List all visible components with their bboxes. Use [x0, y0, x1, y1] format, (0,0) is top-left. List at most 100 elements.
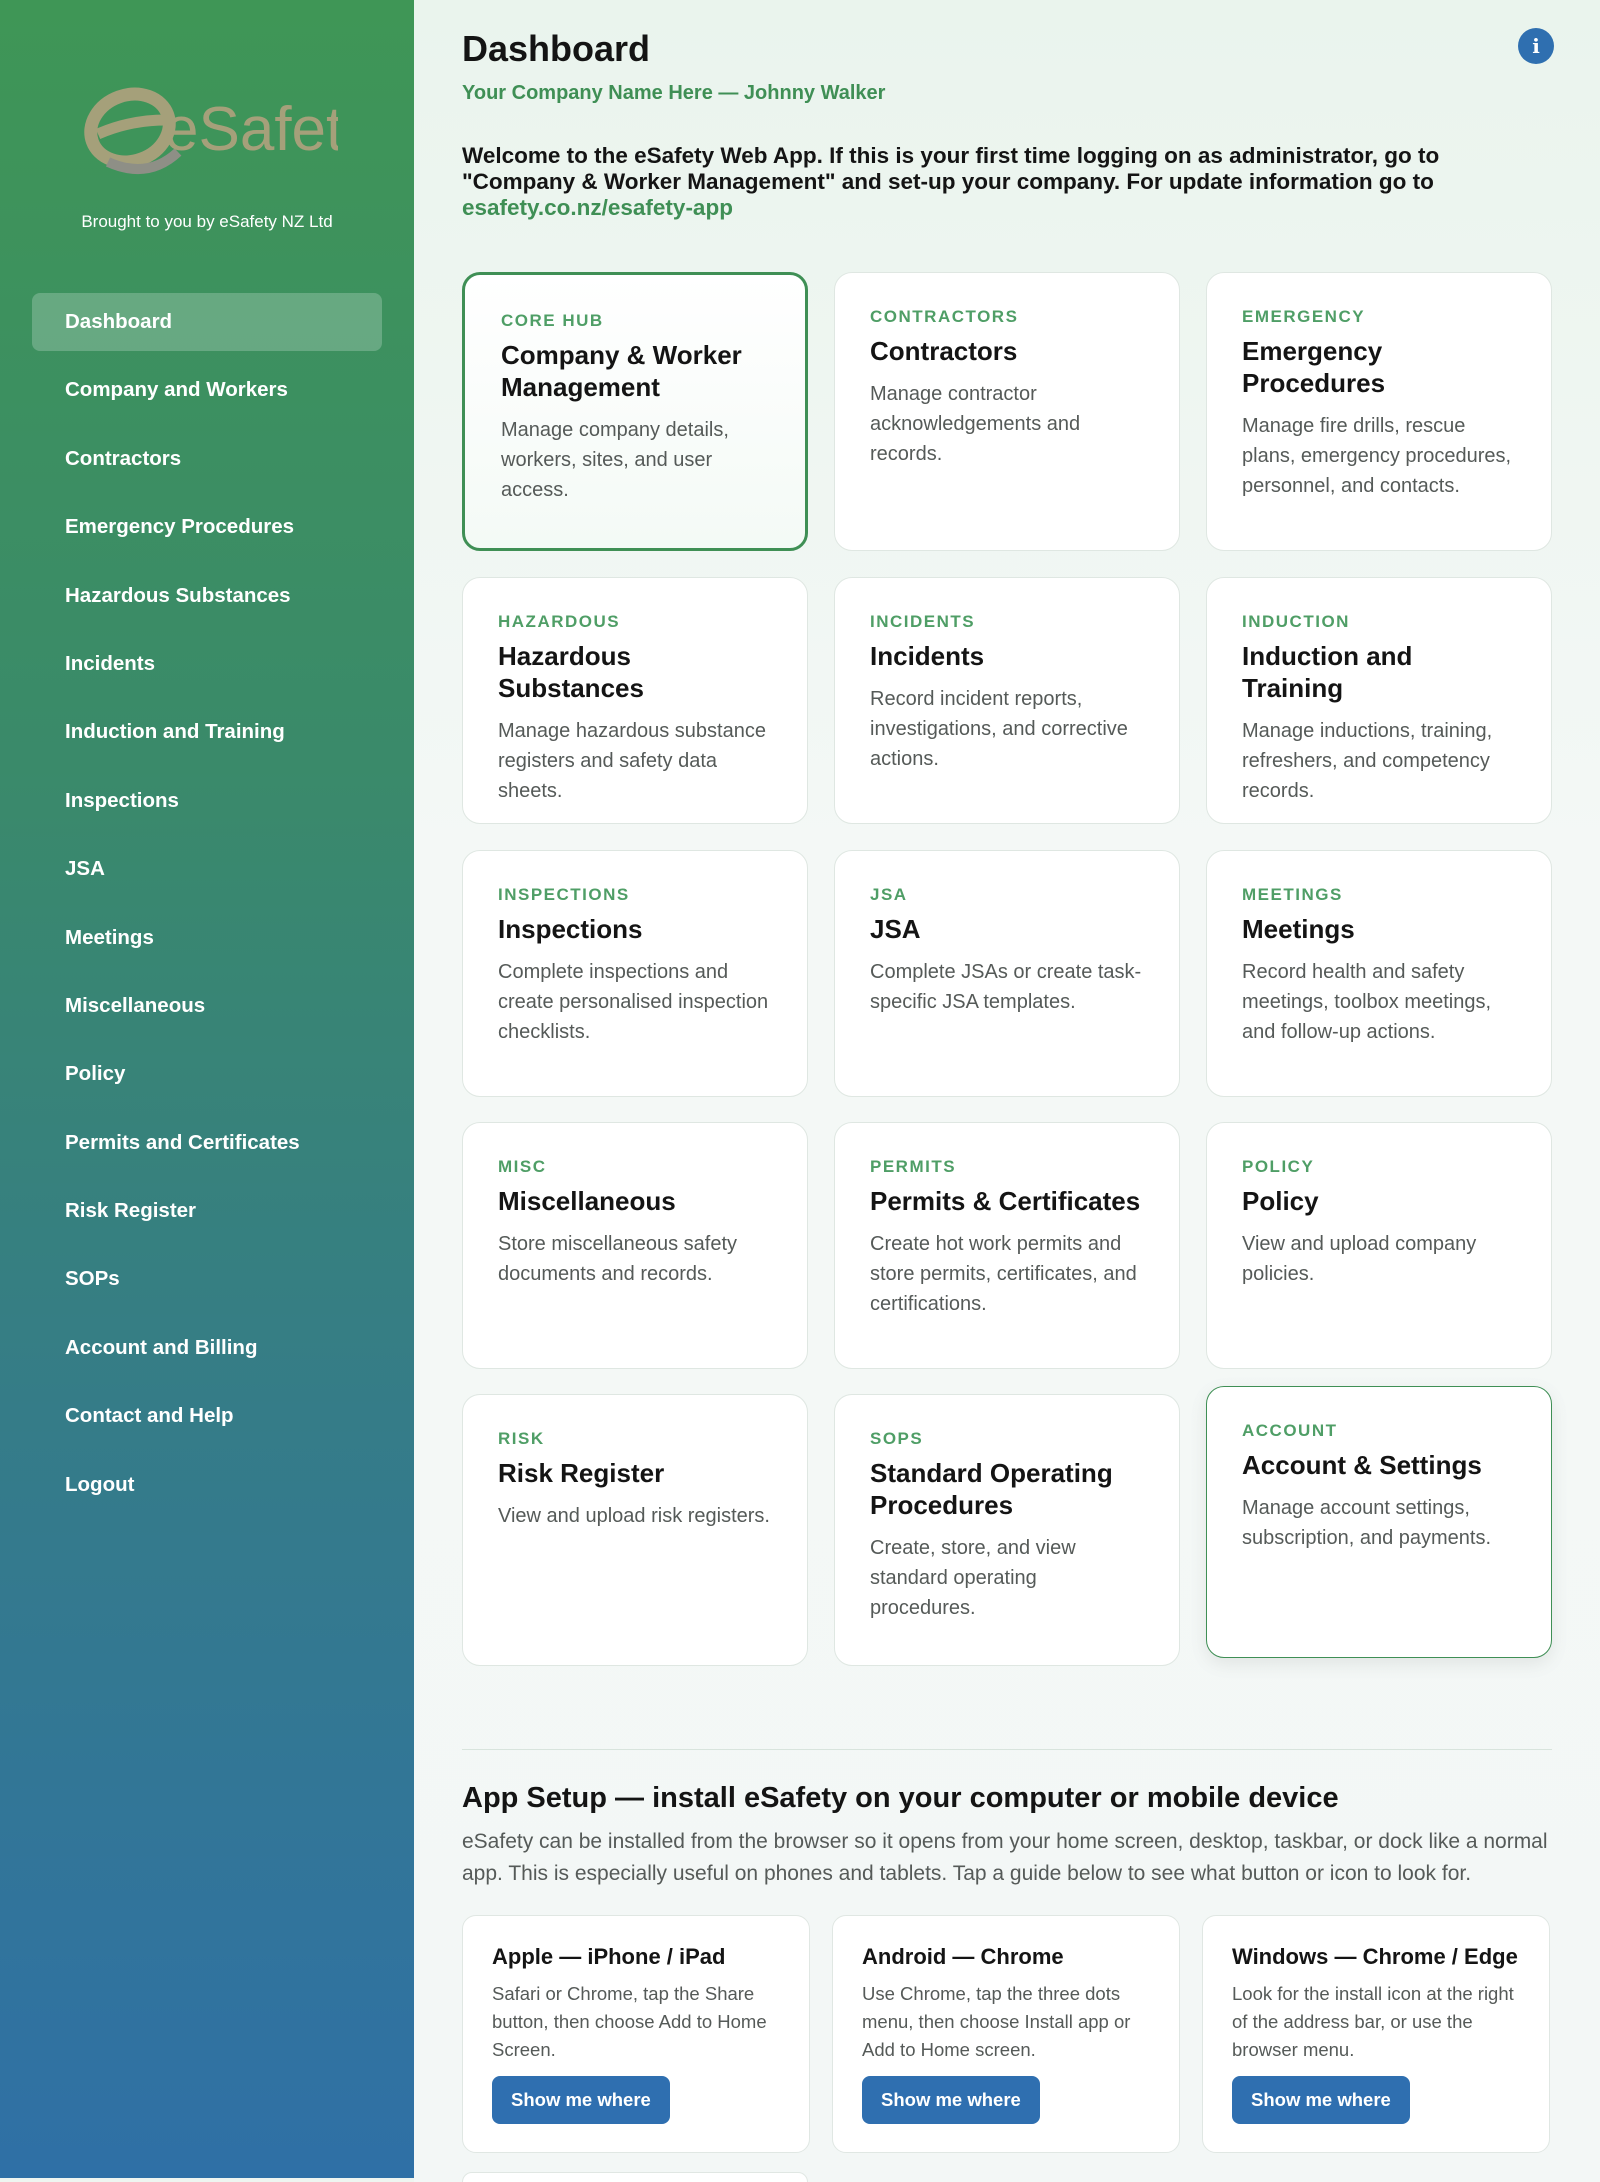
card-description: View and upload risk registers.: [498, 1505, 770, 1527]
main-content: Dashboard Your Company Name Here — Johnn…: [414, 0, 1600, 2182]
card-title: Contractors: [870, 336, 1018, 366]
sidebar-item-account-and-billing[interactable]: Account and Billing: [32, 1319, 382, 1377]
guide-apple: Apple — iPhone / iPad Safari or Chrome, …: [462, 1915, 810, 2153]
card-tag: INCIDENTS: [870, 612, 976, 631]
card-incidents[interactable]: INCIDENTS Incidents Record incident repo…: [834, 577, 1180, 824]
section-divider: [462, 1749, 1552, 1750]
card-tag: PERMITS: [870, 1157, 957, 1176]
sidebar-item-meetings[interactable]: Meetings: [32, 909, 382, 967]
card-description: Manage account settings, subscription, a…: [1242, 1497, 1492, 1549]
sidebar-item-sops[interactable]: SOPs: [32, 1250, 382, 1308]
card-tag: INDUCTION: [1242, 612, 1350, 631]
card-policy[interactable]: POLICY Policy View and upload company po…: [1206, 1122, 1552, 1369]
card-tag: RISK: [498, 1429, 545, 1448]
card-tag: EMERGENCY: [1242, 307, 1366, 326]
card-account-settings[interactable]: ACCOUNT Account & Settings Manage accoun…: [1206, 1386, 1552, 1658]
card-description: Store miscellaneous safety documents and…: [498, 1233, 738, 1285]
card-tag: HAZARDOUS: [498, 612, 621, 631]
guide-description: Use Chrome, tap the three dots menu, the…: [862, 1983, 1131, 2060]
guide-title: Windows — Chrome / Edge: [1232, 1944, 1518, 1969]
sidebar-item-policy[interactable]: Policy: [32, 1045, 382, 1103]
sidebar-item-dashboard[interactable]: Dashboard: [32, 293, 382, 351]
card-jsa[interactable]: JSA JSA Complete JSAs or create task-spe…: [834, 850, 1180, 1097]
page-title: Dashboard: [462, 28, 651, 69]
card-tag: SOPS: [870, 1429, 924, 1448]
sidebar-item-incidents[interactable]: Incidents: [32, 635, 382, 693]
card-description: Manage company details, workers, sites, …: [501, 419, 729, 501]
card-title: Incidents: [870, 641, 985, 671]
esafety-logo: eSafety: [0, 82, 414, 182]
app-setup-description: eSafety can be installed from the browse…: [462, 1830, 1548, 1885]
card-title: Miscellaneous: [498, 1186, 676, 1216]
card-tag: CORE HUB: [501, 311, 604, 330]
show-me-where-button-android[interactable]: Show me where: [862, 2076, 1040, 2124]
card-permits-certificates[interactable]: PERMITS Permits & Certificates Create ho…: [834, 1122, 1180, 1369]
show-me-where-button-apple[interactable]: Show me where: [492, 2076, 670, 2124]
card-tag: MEETINGS: [1242, 885, 1343, 904]
card-risk-register[interactable]: RISK Risk Register View and upload risk …: [462, 1394, 808, 1666]
card-tag: CONTRACTORS: [870, 307, 1019, 326]
card-emergency-procedures[interactable]: EMERGENCY Emergency Procedures Manage fi…: [1206, 272, 1552, 551]
card-company-worker-management[interactable]: CORE HUB Company & Worker Management Man…: [462, 272, 808, 551]
sidebar-nav: Dashboard Company and Workers Contractor…: [32, 293, 382, 1524]
card-tag: POLICY: [1242, 1157, 1315, 1176]
sidebar-item-permits-and-certificates[interactable]: Permits and Certificates: [32, 1114, 382, 1172]
card-description: Record incident reports, investigations,…: [870, 688, 1128, 770]
company-user-subtitle: Your Company Name Here — Johnny Walker: [462, 82, 886, 104]
card-description: Complete inspections and create personal…: [498, 961, 769, 1043]
card-description: Manage inductions, training, refreshers,…: [1242, 720, 1493, 802]
card-description: Complete JSAs or create task-specific JS…: [870, 961, 1142, 1013]
sidebar-item-contact-and-help[interactable]: Contact and Help: [32, 1387, 382, 1445]
sidebar-item-contractors[interactable]: Contractors: [32, 430, 382, 488]
sidebar-item-logout[interactable]: Logout: [32, 1456, 382, 1514]
logo-text: eSafety: [164, 95, 338, 164]
card-title: Company & Worker Management: [501, 340, 742, 402]
esafety-app-link[interactable]: esafety.co.nz/esafety-app: [462, 195, 733, 220]
guide-description: Safari or Chrome, tap the Share button, …: [492, 1983, 767, 2060]
card-description: Record health and safety meetings, toolb…: [1242, 961, 1492, 1043]
card-hazardous-substances[interactable]: HAZARDOUS Hazardous Substances Manage ha…: [462, 577, 808, 824]
card-tag: INSPECTIONS: [498, 885, 630, 904]
card-title: Policy: [1242, 1186, 1319, 1216]
guide-title: Android — Chrome: [862, 1944, 1064, 1969]
card-title: Meetings: [1242, 914, 1355, 944]
sidebar-item-jsa[interactable]: JSA: [32, 840, 382, 898]
card-description: Create, store, and view standard operati…: [870, 1537, 1076, 1619]
card-title: Permits & Certificates: [870, 1186, 1141, 1216]
sidebar-item-inspections[interactable]: Inspections: [32, 772, 382, 830]
card-description: Manage contractor acknowledgements and r…: [870, 383, 1081, 465]
guide-title: Apple — iPhone / iPad: [492, 1944, 726, 1969]
card-title: Standard Operating Procedures: [870, 1458, 1113, 1520]
sidebar-item-induction-and-training[interactable]: Induction and Training: [32, 703, 382, 761]
sidebar-item-hazardous-substances[interactable]: Hazardous Substances: [32, 567, 382, 625]
card-title: Induction and Training: [1242, 641, 1413, 703]
guide-description: Look for the install icon at the right o…: [1232, 1983, 1514, 2060]
guide-windows: Windows — Chrome / Edge Look for the ins…: [1202, 1915, 1550, 2153]
card-inspections[interactable]: INSPECTIONS Inspections Complete inspect…: [462, 850, 808, 1097]
card-description: View and upload company policies.: [1242, 1233, 1477, 1285]
card-title: JSA: [870, 914, 921, 944]
card-tag: JSA: [870, 885, 908, 904]
welcome-message: Welcome to the eSafety Web App. If this …: [462, 143, 1522, 221]
sidebar-item-company-and-workers[interactable]: Company and Workers: [32, 361, 382, 419]
card-tag: MISC: [498, 1157, 547, 1176]
sidebar-item-emergency-procedures[interactable]: Emergency Procedures: [32, 498, 382, 556]
card-standard-operating-procedures[interactable]: SOPS Standard Operating Procedures Creat…: [834, 1394, 1180, 1666]
sidebar: eSafety Brought to you by eSafety NZ Ltd…: [0, 0, 414, 2178]
show-me-where-button-windows[interactable]: Show me where: [1232, 2076, 1410, 2124]
card-title: Risk Register: [498, 1458, 665, 1488]
sidebar-item-risk-register[interactable]: Risk Register: [32, 1182, 382, 1240]
app-setup-title: App Setup — install eSafety on your comp…: [462, 1782, 1339, 1814]
card-contractors[interactable]: CONTRACTORS Contractors Manage contracto…: [834, 272, 1180, 551]
card-meetings[interactable]: MEETINGS Meetings Record health and safe…: [1206, 850, 1552, 1097]
info-icon[interactable]: i: [1518, 28, 1554, 64]
card-induction-and-training[interactable]: INDUCTION Induction and Training Manage …: [1206, 577, 1552, 824]
card-description: Manage fire drills, rescue plans, emerge…: [1242, 415, 1512, 497]
guide-android: Android — Chrome Use Chrome, tap the thr…: [832, 1915, 1180, 2153]
card-title: Account & Settings: [1242, 1450, 1482, 1480]
next-guide-card-partial: [462, 2172, 808, 2182]
card-title: Emergency Procedures: [1242, 336, 1386, 398]
card-miscellaneous[interactable]: MISC Miscellaneous Store miscellaneous s…: [462, 1122, 808, 1369]
card-title: Hazardous Substances: [498, 641, 644, 703]
sidebar-item-miscellaneous[interactable]: Miscellaneous: [32, 977, 382, 1035]
